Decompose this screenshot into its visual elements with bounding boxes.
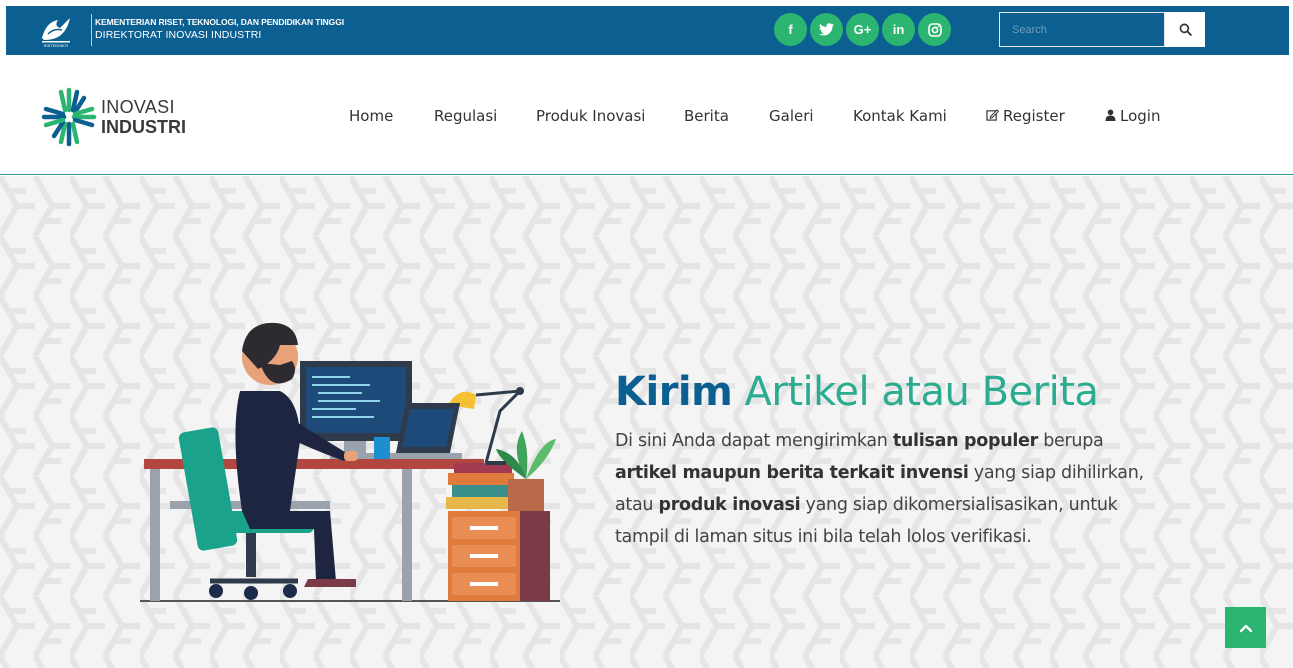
search-icon — [1179, 23, 1192, 36]
ristekdikti-logo-icon[interactable]: RISTEKDIKTI — [36, 14, 76, 48]
instagram-icon[interactable] — [918, 13, 951, 46]
developer-at-desk-illustration — [140, 322, 560, 602]
nav-kontak-kami[interactable]: Kontak Kami — [853, 107, 947, 125]
hero-description: Di sini Anda dapat mengirimkan tulisan p… — [615, 425, 1155, 553]
nav-home[interactable]: Home — [349, 107, 393, 125]
header-divider — [91, 14, 92, 46]
user-icon — [1105, 109, 1116, 121]
nav-menu: Home Regulasi Produk Inovasi Berita Gale… — [0, 107, 1293, 127]
directorate-name: DIREKTORAT INOVASI INDUSTRI — [95, 29, 262, 41]
search-form — [999, 12, 1205, 47]
nav-register-label: Register — [1003, 107, 1065, 125]
nav-login-label: Login — [1120, 107, 1161, 125]
edit-icon — [986, 109, 999, 121]
nav-galeri[interactable]: Galeri — [769, 107, 814, 125]
desc-bold: produk inovasi — [658, 495, 801, 515]
chevron-up-icon — [1239, 624, 1252, 632]
svg-text:RISTEKDIKTI: RISTEKDIKTI — [44, 43, 69, 48]
twitter-icon[interactable] — [810, 13, 843, 46]
search-button[interactable] — [1165, 12, 1205, 47]
desc-bold: tulisan populer — [892, 431, 1038, 451]
search-input[interactable] — [999, 12, 1165, 47]
linkedin-icon[interactable]: in — [882, 13, 915, 46]
hero-title: Kirim Artikel atau Berita — [615, 369, 1099, 415]
hero-banner: Kirim Artikel atau Berita Di sini Anda d… — [0, 176, 1293, 668]
nav-produk-inovasi[interactable]: Produk Inovasi — [536, 107, 645, 125]
ministry-title: KEMENTERIAN RISET, TEKNOLOGI, DAN PENDID… — [95, 16, 344, 42]
hero-title-bold: Kirim — [615, 369, 733, 415]
desc-text: Di sini Anda dapat mengirimkan — [615, 431, 893, 451]
facebook-icon[interactable]: f — [774, 13, 807, 46]
nav-berita[interactable]: Berita — [684, 107, 729, 125]
social-links: f G+ in — [774, 13, 951, 46]
nav-login[interactable]: Login — [1105, 107, 1160, 125]
google-plus-icon[interactable]: G+ — [846, 13, 879, 46]
top-bar: RISTEKDIKTI KEMENTERIAN RISET, TEKNOLOGI… — [6, 6, 1289, 55]
scroll-to-top-button[interactable] — [1225, 607, 1266, 648]
desc-bold: artikel maupun berita terkait invensi — [615, 463, 969, 483]
main-navbar: INOVASI INDUSTRI Home Regulasi Produk In… — [0, 55, 1293, 175]
nav-regulasi[interactable]: Regulasi — [434, 107, 497, 125]
desc-text: berupa — [1037, 431, 1104, 451]
nav-register[interactable]: Register — [986, 107, 1065, 125]
ministry-name: KEMENTERIAN RISET, TEKNOLOGI, DAN PENDID… — [95, 17, 344, 27]
hero-title-rest: Artikel atau Berita — [744, 369, 1099, 415]
